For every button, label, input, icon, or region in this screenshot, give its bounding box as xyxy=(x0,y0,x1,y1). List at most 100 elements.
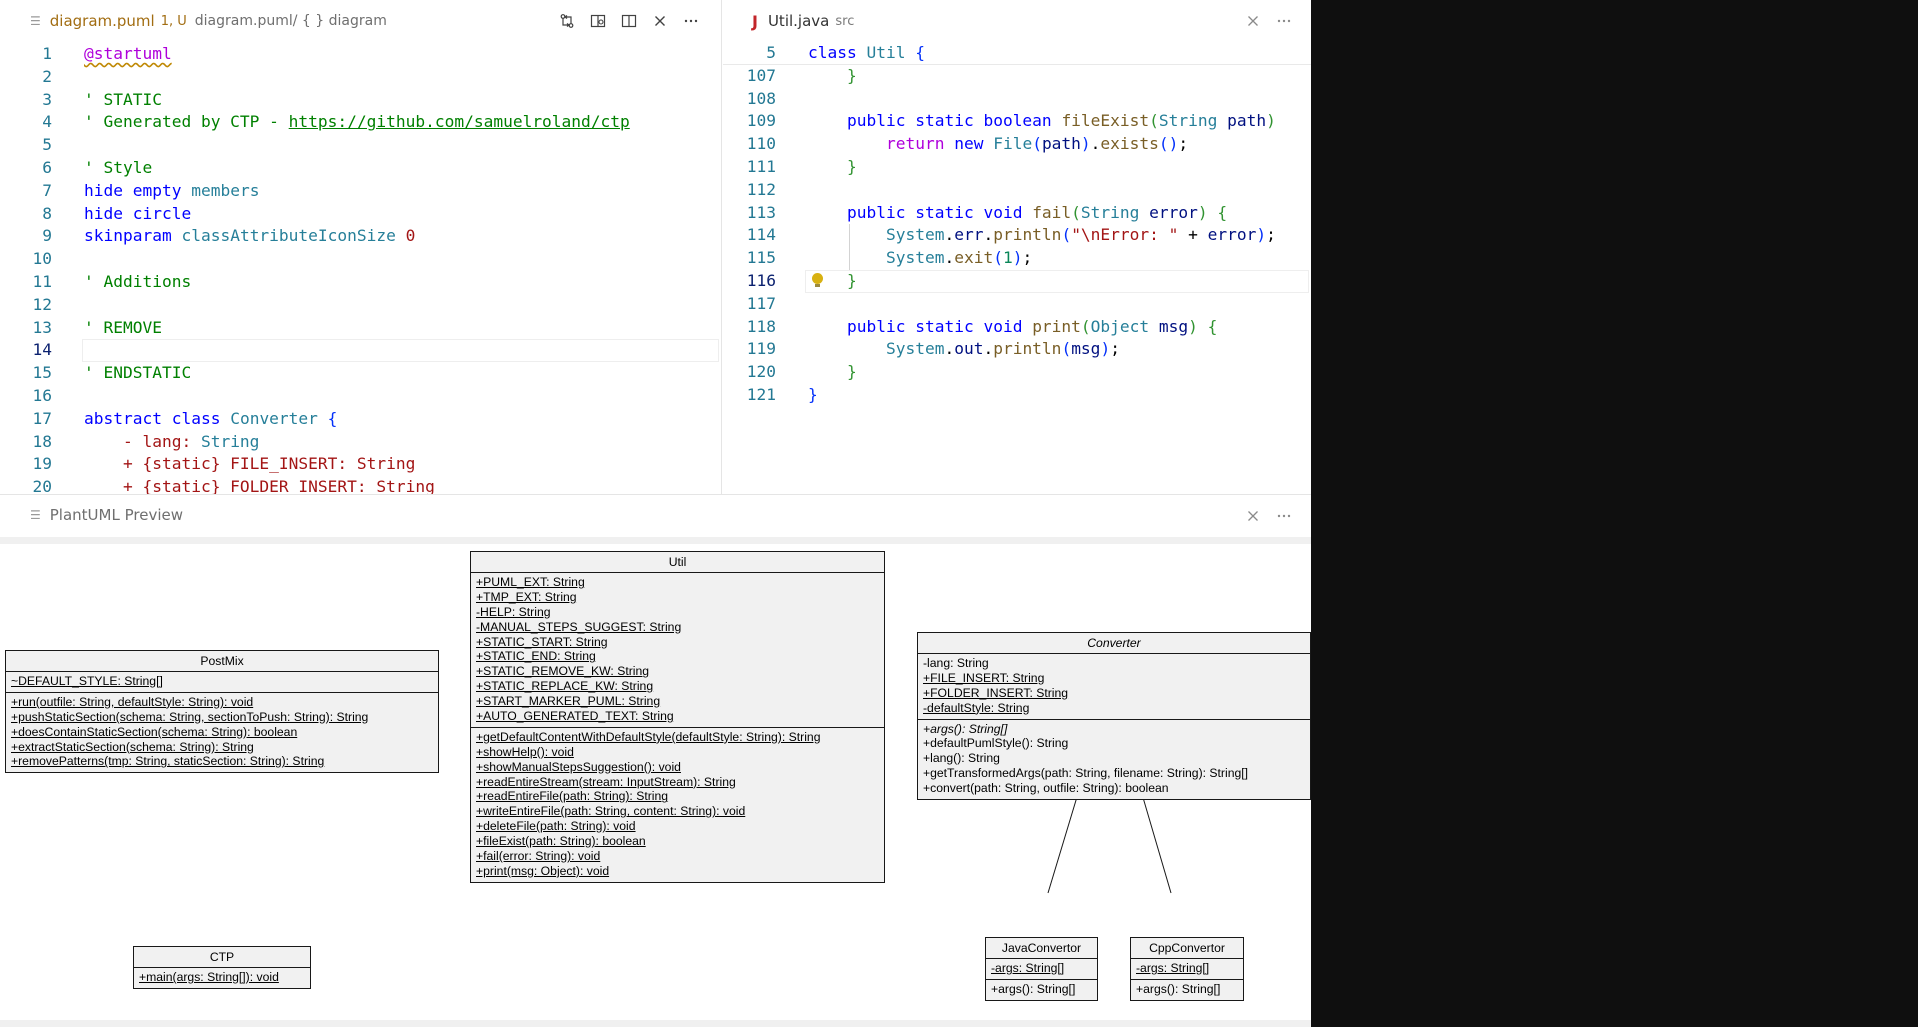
code-line[interactable]: 10 xyxy=(0,248,721,271)
code-line[interactable]: 15 ' ENDSTATIC xyxy=(0,362,721,385)
code-line[interactable]: 112 xyxy=(723,179,1311,202)
line-text: class Util { xyxy=(808,43,925,62)
problems-badge: 1, U xyxy=(160,13,187,29)
line-number: 2 xyxy=(42,66,52,86)
more-actions-icon[interactable] xyxy=(1268,502,1299,530)
line-number: 18 xyxy=(32,431,53,451)
tab-description: src xyxy=(835,13,855,29)
more-actions-icon[interactable] xyxy=(1268,7,1299,35)
code-line[interactable]: 1 @startuml xyxy=(0,43,721,66)
line-number: 115 xyxy=(746,248,776,268)
code-editor-left[interactable]: 1 @startuml 2 3 ' STATIC 4 ' Generated by CTP … xyxy=(0,42,721,494)
code-line[interactable]: 118 public static void print(Object msg)… xyxy=(723,316,1311,339)
code-line[interactable]: 6 ' Style xyxy=(0,157,721,180)
line-number: 1 xyxy=(42,44,52,63)
code-line[interactable]: 14 xyxy=(0,339,721,362)
uml-method-text: +doesContainStaticSection(schema: String… xyxy=(11,724,298,739)
lightbulb-icon[interactable] xyxy=(812,272,823,287)
close-icon[interactable] xyxy=(1237,502,1268,530)
code-line[interactable]: 12 xyxy=(0,294,721,317)
uml-class-util: Util +PUML_EXT: String +TMP_EXT: String -HE… xyxy=(470,551,885,883)
code-line[interactable]: 109 public static boolean fileExist(Stri… xyxy=(723,110,1311,133)
uml-methods-section: +getDefaultContentWithDefaultStyle(defau… xyxy=(471,728,884,882)
uml-methods-section: +args(): String[] +defaultPumlStyle(): St… xyxy=(918,720,1310,799)
code-line[interactable]: 19 + {static} FILE_INSERT: String xyxy=(0,453,721,476)
code-line[interactable]: 8 hide circle xyxy=(0,203,721,226)
code-line[interactable]: 18 - lang: String xyxy=(0,431,721,454)
uml-method: +defaultPumlStyle(): String xyxy=(923,736,1305,751)
tab-diagram-puml[interactable]: diagram.puml xyxy=(50,12,155,30)
breadcrumb[interactable]: diagram.puml/ { } diagram xyxy=(195,13,387,29)
code-line[interactable]: 107 } xyxy=(723,65,1311,88)
code-line[interactable]: 4 ' Generated by CTP - https://github.com… xyxy=(0,111,721,134)
line-text: } xyxy=(846,65,857,85)
code-line[interactable]: 121} xyxy=(723,384,1311,407)
uml-field-text: -lang: String xyxy=(923,656,989,670)
code-line[interactable]: 20 + {static} FOLDER_INSERT: String xyxy=(0,476,721,494)
sticky-scroll-line[interactable]: 5 class Util { xyxy=(723,42,1311,65)
code-editor-right[interactable]: 5 class Util { 107 } 108 109 public static b… xyxy=(723,42,1311,494)
uml-class-name: Converter xyxy=(918,633,1310,654)
code-line[interactable]: 2 xyxy=(0,66,721,89)
panel-title: PlantUML Preview xyxy=(49,506,183,524)
uml-method-text: +writeEntireFile(path: String, content: … xyxy=(476,804,746,819)
code-line[interactable]: 16 xyxy=(0,385,721,408)
code-line[interactable]: 114 System.err.println("\nError: " + err… xyxy=(723,224,1311,247)
uml-field: -MANUAL_STEPS_SUGGEST: String xyxy=(476,620,879,635)
code-line[interactable]: 113 public static void fail(String error… xyxy=(723,202,1311,225)
line-text: ' REMOVE xyxy=(84,317,162,337)
code-line[interactable]: 5 xyxy=(0,134,721,157)
code-line[interactable]: 116 } xyxy=(723,269,1311,293)
line-number: 11 xyxy=(32,271,53,291)
code-line[interactable]: 7 hide empty members xyxy=(0,180,721,203)
uml-field-text: +PUML_EXT: String xyxy=(476,575,585,589)
split-editor-icon[interactable] xyxy=(613,7,644,35)
line-text: ' Additions xyxy=(84,271,192,291)
code-line[interactable]: 115 System.exit(1); xyxy=(723,247,1311,270)
more-actions-icon[interactable] xyxy=(675,7,706,35)
uml-method: +removePatterns(tmp: String, staticSecti… xyxy=(11,754,433,769)
tab-bar-right: J Util.java src xyxy=(723,0,1311,42)
uml-field-text: +FILE_INSERT: String xyxy=(923,670,1045,685)
code-line[interactable]: 120 } xyxy=(723,361,1311,384)
open-preview-icon[interactable] xyxy=(582,7,613,35)
uml-field: +FILE_INSERT: String xyxy=(923,671,1305,686)
line-number: 110 xyxy=(746,134,776,154)
line-text: @startuml xyxy=(84,44,172,63)
code-line[interactable]: 110 return new File(path).exists(); xyxy=(723,133,1311,156)
uml-class-name: Util xyxy=(471,552,884,573)
uml-diagram-canvas[interactable]: Util +PUML_EXT: String +TMP_EXT: String -HE… xyxy=(0,545,1311,1027)
line-text: System.out.println(msg); xyxy=(885,339,1120,359)
code-line[interactable]: 3 ' STATIC xyxy=(0,89,721,112)
code-line[interactable]: 9 skinparam classAttributeIconSize 0 xyxy=(0,225,721,248)
uml-field: +START_MARKER_PUML: String xyxy=(476,694,879,709)
uml-method: +readEntireFile(path: String): String xyxy=(476,789,879,804)
code-line[interactable]: 11 ' Additions xyxy=(0,271,721,294)
uml-method-text: +pushStaticSection(schema: String, secti… xyxy=(11,709,369,724)
close-icon[interactable] xyxy=(1237,7,1268,35)
code-line[interactable]: 119 System.out.println(msg); xyxy=(723,338,1311,361)
plantuml-preview-panel: ☰ PlantUML Preview Util +PUML_EXT: String… xyxy=(0,494,1311,1027)
uml-method: +getTransformedArgs(path: String, filena… xyxy=(923,766,1305,781)
uml-method-text: +main(args: String[]): void xyxy=(139,970,279,984)
line-text: hide circle xyxy=(84,203,192,223)
uml-method-text: +args(): String[] xyxy=(991,981,1076,996)
compare-changes-icon[interactable] xyxy=(551,7,582,35)
uml-field: +TMP_EXT: String xyxy=(476,590,879,605)
code-line[interactable]: 111 } xyxy=(723,156,1311,179)
uml-field: +STATIC_REMOVE_KW: String xyxy=(476,664,879,679)
close-icon[interactable] xyxy=(644,7,675,35)
uml-method: +print(msg: Object): void xyxy=(476,864,879,879)
code-line[interactable]: 117 xyxy=(723,293,1311,316)
code-line[interactable]: 17 abstract class Converter { xyxy=(0,408,721,431)
line-text: + {static} FILE_INSERT: String xyxy=(122,454,416,474)
line-number: 20 xyxy=(32,477,53,494)
line-number: 5 xyxy=(766,43,776,62)
uml-field-text: -args: String[] xyxy=(1136,961,1210,975)
tab-util-java[interactable]: Util.java xyxy=(768,12,829,30)
code-line[interactable]: 108 xyxy=(723,88,1311,111)
uml-field: +STATIC_START: String xyxy=(476,635,879,650)
code-line[interactable]: 13 ' REMOVE xyxy=(0,317,721,340)
uml-method: +doesContainStaticSection(schema: String… xyxy=(11,725,433,740)
uml-class-name: CTP xyxy=(134,947,310,968)
